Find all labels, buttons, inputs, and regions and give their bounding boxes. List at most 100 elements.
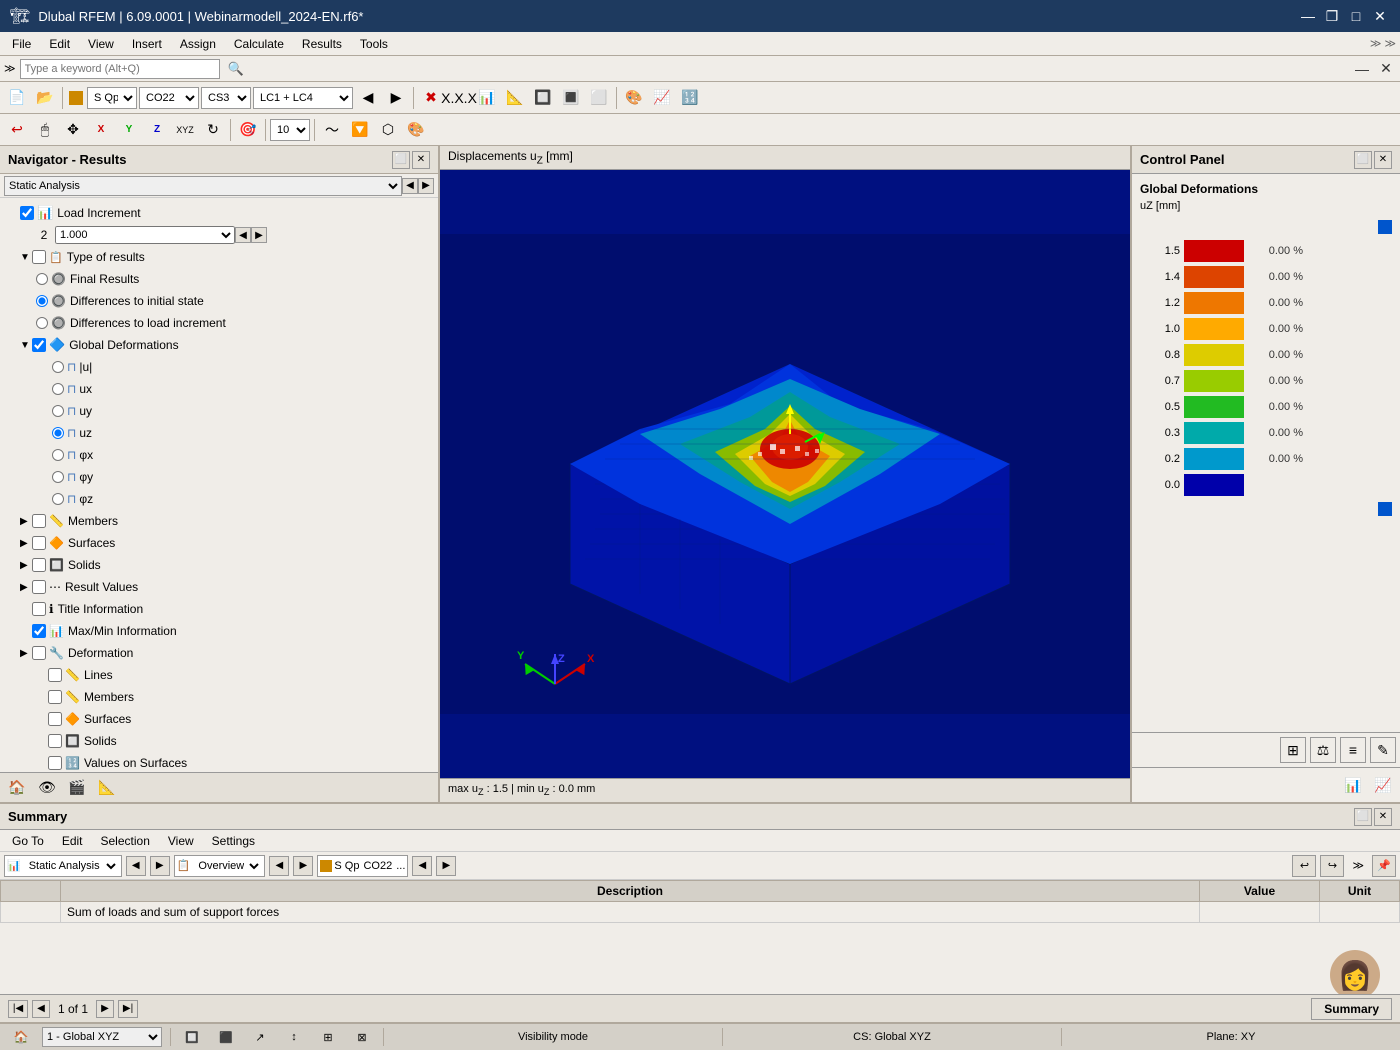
menu-assign[interactable]: Assign [172,35,224,53]
statusbar-cs-select[interactable]: 1 - Global XYZ [42,1027,162,1047]
nav-checkbox-result-values[interactable] [32,580,46,594]
tb-prev-lc[interactable]: ◀ [355,85,381,111]
nav-item-global-deformations[interactable]: ▼ 🔷 Global Deformations [0,334,438,356]
tb2-mesh[interactable]: ⬡ [375,117,401,143]
nav-item-lines[interactable]: 📏 Lines [0,664,438,686]
nav-item-title-info[interactable]: ℹ Title Information [0,598,438,620]
nav-item-surfaces[interactable]: ▶ 🔶 Surfaces [0,532,438,554]
nav-item-type-results[interactable]: ▼ 📋 Type of results [0,246,438,268]
nav-item-ux[interactable]: ⊓ ux [0,378,438,400]
menu-insert[interactable]: Insert [124,35,170,53]
minimize-button[interactable]: — [1298,6,1318,26]
menu-calculate[interactable]: Calculate [226,35,292,53]
nav-item-load-increment[interactable]: 📊 Load Increment [0,202,438,224]
footer-first[interactable]: |◀ [8,1000,28,1018]
tb2-scale[interactable]: 10 [270,119,310,141]
nav-tool-4[interactable]: 📐 [94,775,120,801]
tb-co[interactable]: CO22 [139,87,199,109]
nav-item-members[interactable]: ▶ 📏 Members [0,510,438,532]
cp-btn-1[interactable]: ⊞ [1280,737,1306,763]
nav-restore[interactable]: ⬜ [392,151,410,169]
tb2-select[interactable]: 🖱 [32,117,58,143]
tb-xyz[interactable]: X.X.X [446,85,472,111]
tb2-y[interactable]: Y [116,117,142,143]
tb2-x[interactable]: X [88,117,114,143]
nav-checkbox-surfaces[interactable] [32,536,46,550]
radio-phiz[interactable] [52,493,64,505]
close-button[interactable]: ✕ [1370,6,1390,26]
summary-analysis-select[interactable]: Static Analysis [23,855,119,877]
summary-close[interactable]: ✕ [1374,808,1392,826]
radio-phiy[interactable] [52,471,64,483]
nav-checkbox-members[interactable] [32,514,46,528]
summary-overview-prev[interactable]: ◀ [269,856,289,876]
tb2-undo[interactable]: ↩ [4,117,30,143]
cp-btn-4[interactable]: ✎ [1370,737,1396,763]
tb2-deform[interactable]: 〜 [319,117,345,143]
radio-diff-load[interactable] [36,317,48,329]
summary-menu-selection[interactable]: Selection [93,832,158,850]
nav-item-values-on-surfaces[interactable]: 🔢 Values on Surfaces [0,752,438,772]
summary-analysis-next[interactable]: ▶ [150,856,170,876]
radio-uz[interactable] [52,427,64,439]
nav-checkbox-maxmin-info[interactable] [32,624,46,638]
tb-stop[interactable]: ✖ [418,85,444,111]
view-canvas[interactable]: Y X Z [440,170,1130,778]
nav-item-solids[interactable]: ▶ 🔲 Solids [0,554,438,576]
sb-tool-5[interactable]: ⊞ [315,1024,341,1050]
summary-overview-next[interactable]: ▶ [293,856,313,876]
radio-abs-u[interactable] [52,361,64,373]
nav-item-uy[interactable]: ⊓ uy [0,400,438,422]
nav-checkbox-values-surfaces[interactable] [48,756,62,770]
nav-tool-3[interactable]: 🎬 [64,775,90,801]
nav-item-result-values[interactable]: ▶ ⋯ Result Values [0,576,438,598]
summary-button[interactable]: Summary [1311,998,1392,1020]
load-value-prev[interactable]: ◀ [235,227,251,243]
tb-view2[interactable]: 🔲 [530,85,556,111]
nav-item-surfaces2[interactable]: 🔶 Surfaces [0,708,438,730]
sb-tool-4[interactable]: ↕ [281,1024,307,1050]
menu-results[interactable]: Results [294,35,350,53]
menu-view[interactable]: View [80,35,122,53]
float-minimize[interactable]: — [1352,59,1372,79]
footer-prev[interactable]: ◀ [32,1000,50,1018]
nav-item-uz[interactable]: ⊓ uz [0,422,438,444]
nav-checkbox-surfaces2[interactable] [48,712,62,726]
tb-open[interactable]: 📂 [32,85,58,111]
footer-last[interactable]: ▶| [118,1000,138,1018]
summary-analysis-prev[interactable]: ◀ [126,856,146,876]
cp-btn-2[interactable]: ⚖ [1310,737,1336,763]
sb-tool-2[interactable]: ⬛ [213,1024,239,1050]
nav-tool-2[interactable]: 👁 [34,775,60,801]
nav-checkbox-global-def[interactable] [32,338,46,352]
tb-result1[interactable]: 🎨 [621,85,647,111]
tb2-z[interactable]: Z [144,117,170,143]
tb2-all[interactable]: XYZ [172,117,198,143]
tb2-filter[interactable]: 🔽 [347,117,373,143]
summary-menu-settings[interactable]: Settings [204,832,263,850]
nav-filter-next[interactable]: ▶ [418,178,434,194]
tb-next-lc[interactable]: ▶ [383,85,409,111]
cp-restore[interactable]: ⬜ [1354,151,1372,169]
nav-item-phix[interactable]: ⊓ φx [0,444,438,466]
summary-restore[interactable]: ⬜ [1354,808,1372,826]
radio-phix[interactable] [52,449,64,461]
nav-checkbox-deformation[interactable] [32,646,46,660]
summary-menu-edit[interactable]: Edit [54,832,91,850]
cp-close[interactable]: ✕ [1374,151,1392,169]
nav-item-final-results[interactable]: 🔘 Final Results [0,268,438,290]
menu-edit[interactable]: Edit [41,35,78,53]
tb-view1[interactable]: 📐 [502,85,528,111]
summary-btn-3[interactable]: 📌 [1372,855,1396,877]
nav-checkbox-solids2[interactable] [48,734,62,748]
nav-item-diff-initial[interactable]: 🔘 Differences to initial state [0,290,438,312]
cp-icon-table[interactable]: 📊 [1340,772,1366,798]
nav-tool-1[interactable]: 🏠 [4,775,30,801]
load-value-next[interactable]: ▶ [251,227,267,243]
tb2-color[interactable]: 🎨 [403,117,429,143]
search-input[interactable] [20,59,220,79]
cp-icon-chart[interactable]: 📈 [1370,772,1396,798]
tb-iso[interactable]: 📊 [474,85,500,111]
summary-load-prev[interactable]: ◀ [412,856,432,876]
load-value-select[interactable]: 1.000 [55,226,235,244]
